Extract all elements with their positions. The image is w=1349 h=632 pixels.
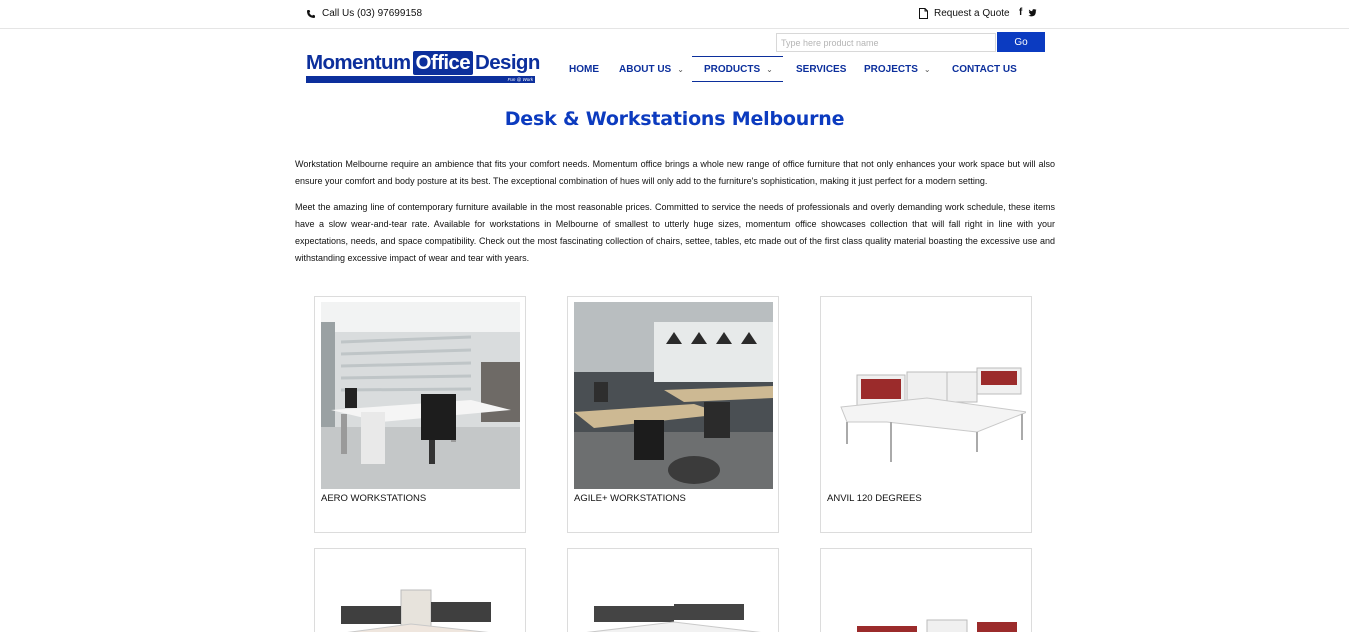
nav-projects-label: PROJECTS — [864, 63, 918, 75]
product-label[interactable]: AGILE+ WORKSTATIONS — [574, 493, 686, 504]
chevron-down-icon: ⌄ — [923, 64, 931, 74]
product-search-input[interactable] — [776, 33, 996, 52]
twitter-icon[interactable] — [1028, 8, 1037, 17]
nav-products[interactable]: PRODUCTS ⌄ — [692, 56, 783, 82]
product-card-agile[interactable]: AGILE+ WORKSTATIONS — [567, 296, 779, 533]
detail-paragraph: Meet the amazing line of contemporary fu… — [295, 201, 1055, 264]
nav-contact-us-label: CONTACT US — [952, 63, 1017, 75]
nav-services-label: SERVICES — [796, 63, 847, 75]
product-card-6[interactable] — [820, 548, 1032, 632]
nav-products-label: PRODUCTS — [704, 63, 761, 75]
product-image-5[interactable] — [574, 554, 773, 632]
intro-paragraph: Workstation Melbourne require an ambienc… — [295, 159, 1055, 187]
product-card-4[interactable] — [314, 548, 526, 632]
product-image-anvil[interactable] — [827, 302, 1026, 489]
phone-icon — [307, 9, 315, 18]
document-icon — [919, 8, 928, 19]
nav-services[interactable]: SERVICES — [796, 56, 846, 82]
nav-home-label: HOME — [569, 63, 599, 75]
product-label[interactable]: AERO WORKSTATIONS — [321, 493, 426, 504]
request-quote-link[interactable]: Request a Quote — [919, 8, 1010, 19]
search-go-button[interactable]: Go — [997, 32, 1045, 52]
page-content: Workstation Melbourne require an ambienc… — [295, 156, 1055, 276]
product-card-aero[interactable]: AERO WORKSTATIONS — [314, 296, 526, 533]
product-image-4[interactable] — [321, 554, 520, 632]
quote-text: Request a Quote — [934, 8, 1010, 19]
product-label[interactable]: ANVIL 120 DEGREES — [827, 493, 922, 504]
chevron-down-icon: ⌄ — [677, 64, 684, 74]
facebook-icon[interactable]: f — [1019, 7, 1022, 18]
logo-part-design: Design — [475, 51, 540, 74]
logo-wordmark: Momentum Office Design — [306, 50, 540, 76]
product-image-aero[interactable] — [321, 302, 520, 489]
product-image-6[interactable] — [827, 554, 1026, 632]
logo-part-momentum: Momentum — [306, 51, 411, 74]
phone-text: Call Us (03) 97699158 — [322, 8, 423, 19]
logo-bar: Fun @ Work — [306, 76, 535, 83]
site-logo[interactable]: Momentum Office Design Fun @ Work — [306, 50, 540, 84]
nav-home[interactable]: HOME — [569, 56, 599, 82]
nav-contact-us[interactable]: CONTACT US — [952, 56, 1017, 82]
logo-part-office: Office — [412, 51, 474, 75]
product-image-agile[interactable] — [574, 302, 773, 489]
nav-about-us[interactable]: ABOUT US ⌄ — [619, 56, 684, 82]
call-us[interactable]: Call Us (03) 97699158 — [306, 8, 422, 19]
social-links: f — [1019, 7, 1037, 18]
product-card-5[interactable] — [567, 548, 779, 632]
logo-tagline: Fun @ Work — [507, 77, 533, 82]
nav-projects[interactable]: PROJECTS ⌄ — [864, 56, 931, 82]
nav-about-us-label: ABOUT US — [619, 63, 672, 75]
product-card-anvil[interactable]: ANVIL 120 DEGREES — [820, 296, 1032, 533]
page-title: Desk & Workstations Melbourne — [504, 108, 845, 130]
top-bar: Call Us (03) 97699158 Request a Quote f — [0, 0, 1349, 29]
chevron-down-icon: ⌄ — [766, 64, 773, 74]
